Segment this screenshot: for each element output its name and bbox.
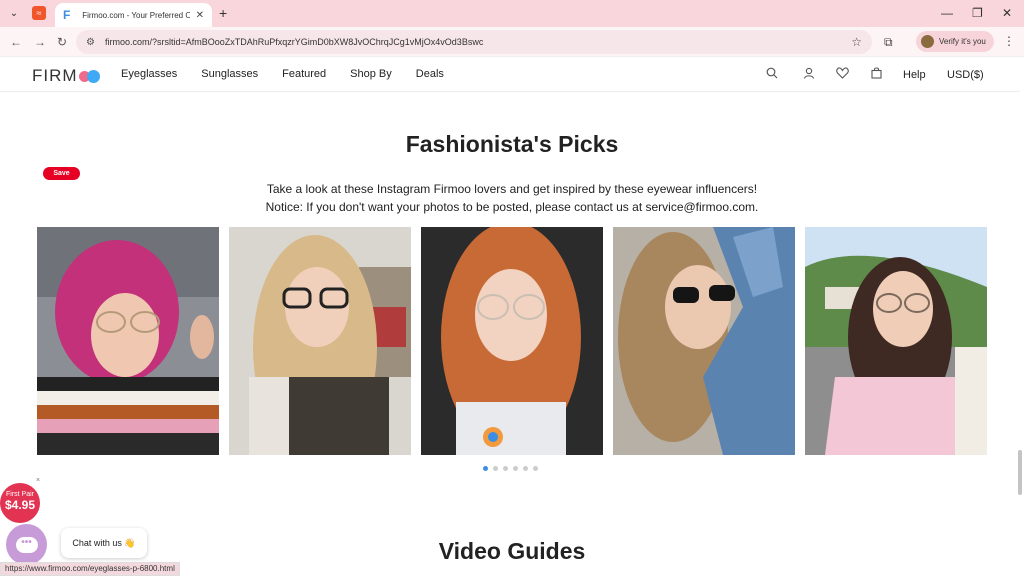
- influencer-photo-2[interactable]: [229, 227, 411, 455]
- site-header: FIRM Eyeglasses Sunglasses Featured Shop…: [0, 57, 1020, 92]
- page-scrollbar[interactable]: [1018, 450, 1022, 495]
- browser-toolbar: ← → ↻ ⚙ firmoo.com/?srsltid=AfmBOooZxTDA…: [0, 27, 1024, 57]
- influencer-photo-1[interactable]: [37, 227, 219, 455]
- nav-eyeglasses[interactable]: Eyeglasses: [121, 68, 177, 80]
- browser-tab-bar: ⌄ ≈ F Firmoo.com - Your Preferred O ✕ + …: [0, 0, 1024, 27]
- status-bar-url: https://www.firmoo.com/eyeglasses-p-6800…: [0, 562, 180, 576]
- url-text[interactable]: firmoo.com/?srsltid=AfmBOooZxTDAhRuPfxqz…: [105, 37, 851, 47]
- carousel-dot-5[interactable]: [523, 466, 528, 471]
- intro-line-1: Take a look at these Instagram Firmoo lo…: [266, 182, 758, 196]
- influencer-photo-4[interactable]: [613, 227, 795, 455]
- address-bar[interactable]: ⚙ firmoo.com/?srsltid=AfmBOooZxTDAhRuPfx…: [76, 30, 872, 54]
- extensions-icon[interactable]: ⧉: [884, 35, 893, 50]
- tab-close-icon[interactable]: ✕: [196, 10, 204, 21]
- nav-sunglasses[interactable]: Sunglasses: [201, 68, 258, 80]
- cart-bag-icon[interactable]: [871, 67, 882, 82]
- carousel-dot-3[interactable]: [503, 466, 508, 471]
- carousel-dot-1[interactable]: [483, 466, 488, 471]
- nav-featured[interactable]: Featured: [282, 68, 326, 80]
- influencer-photo-3[interactable]: [421, 227, 603, 455]
- section-title: Fashionista's Picks: [405, 131, 619, 157]
- browser-menu-icon[interactable]: ⋮: [1003, 34, 1015, 48]
- firmoo-favicon-icon: F: [63, 8, 71, 22]
- pinned-tab-icon[interactable]: ≈: [32, 6, 46, 20]
- profile-avatar: [921, 35, 934, 48]
- new-tab-icon[interactable]: +: [219, 6, 227, 20]
- video-guides-title: Video Guides: [438, 538, 586, 564]
- verify-label: Verify it's you: [939, 37, 986, 46]
- currency-selector[interactable]: USD($): [947, 69, 984, 81]
- logo-text: FIRM: [32, 66, 78, 85]
- account-icon[interactable]: [803, 67, 815, 82]
- carousel-dot-4[interactable]: [513, 466, 518, 471]
- promo-price: $4.95: [4, 498, 36, 512]
- site-info-icon[interactable]: ⚙: [86, 37, 95, 48]
- carousel-dot-6[interactable]: [533, 466, 538, 471]
- pinterest-save-button[interactable]: Save: [43, 167, 80, 180]
- first-pair-promo-badge[interactable]: First Pair $4.95: [0, 483, 40, 523]
- main-nav: Eyeglasses Sunglasses Featured Shop By D…: [121, 68, 468, 80]
- promo-close-icon[interactable]: ×: [36, 477, 40, 484]
- nav-shop-by[interactable]: Shop By: [350, 68, 392, 80]
- tab-title: Firmoo.com - Your Preferred O: [82, 10, 190, 20]
- search-icon[interactable]: [766, 67, 778, 82]
- carousel-dot-2[interactable]: [493, 466, 498, 471]
- verify-profile-button[interactable]: Verify it's you: [916, 31, 994, 52]
- intro-line-2: Notice: If you don't want your photos to…: [265, 200, 759, 214]
- promo-label: First Pair: [6, 491, 34, 498]
- minimize-icon[interactable]: —: [941, 6, 953, 20]
- back-icon[interactable]: ←: [10, 35, 22, 49]
- bookmark-star-icon[interactable]: ☆: [851, 35, 862, 49]
- active-tab[interactable]: F Firmoo.com - Your Preferred O ✕: [55, 3, 212, 27]
- wishlist-heart-icon[interactable]: [836, 67, 849, 82]
- firmoo-logo[interactable]: FIRM: [32, 66, 100, 86]
- reload-icon[interactable]: ↻: [57, 35, 67, 49]
- tab-search-icon[interactable]: ⌄: [6, 5, 22, 21]
- nav-deals[interactable]: Deals: [416, 68, 444, 80]
- restore-icon[interactable]: ❐: [972, 6, 983, 20]
- influencer-gallery: [37, 227, 997, 455]
- section-intro: Take a look at these Instagram Firmoo lo…: [0, 180, 1024, 216]
- logo-circle-blue: [86, 69, 100, 83]
- forward-icon[interactable]: →: [34, 35, 46, 49]
- help-link[interactable]: Help: [903, 69, 926, 81]
- influencer-photo-5[interactable]: [805, 227, 987, 455]
- carousel-dots: [483, 466, 543, 471]
- window-close-icon[interactable]: ✕: [1002, 6, 1012, 20]
